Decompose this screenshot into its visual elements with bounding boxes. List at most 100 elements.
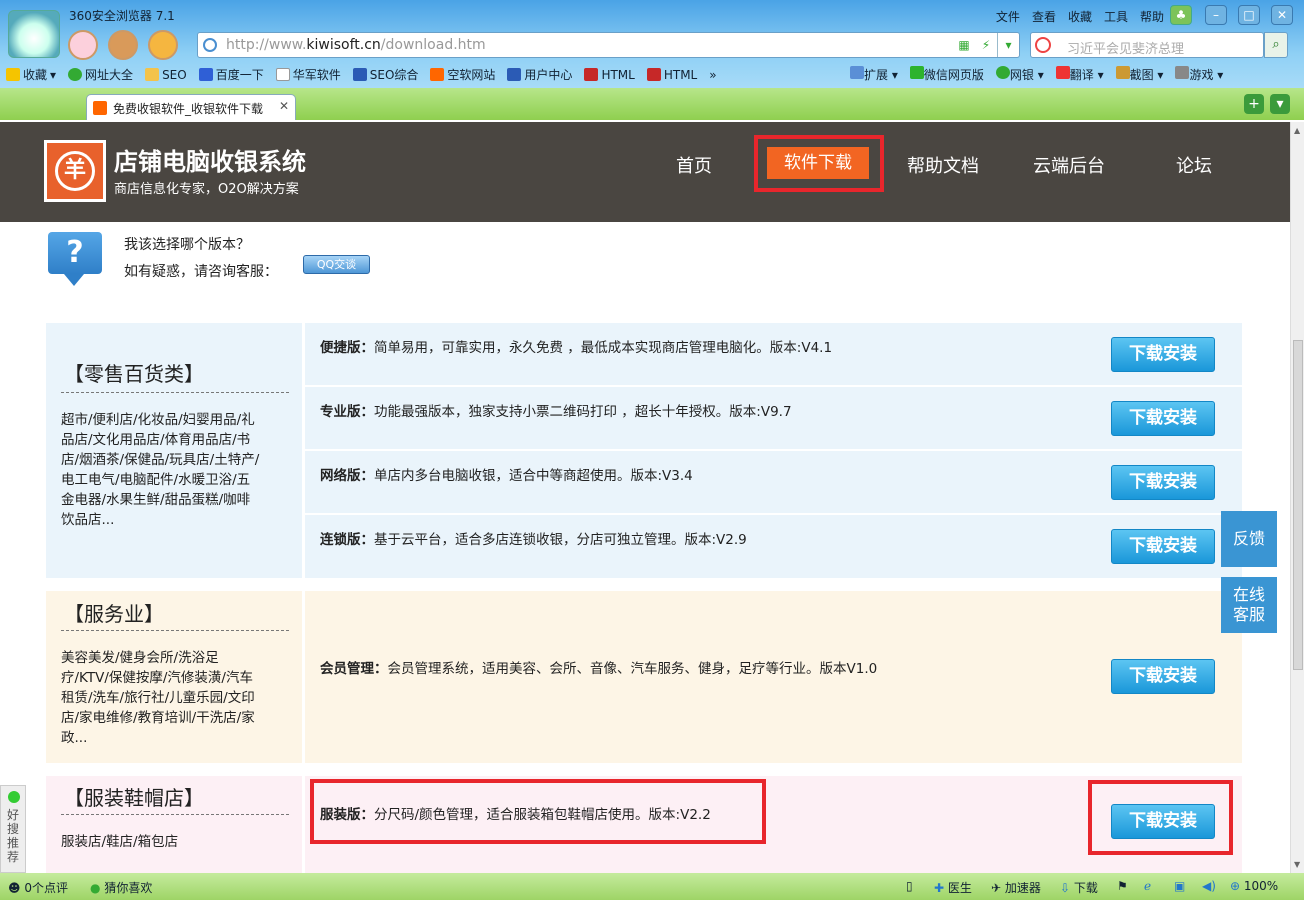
bookmark-html-2[interactable]: HTML xyxy=(646,66,697,83)
monkey-face-icon xyxy=(108,30,138,60)
bookmark-favorites[interactable]: 收藏 ▾ xyxy=(6,66,56,83)
download-icon: ⇩ xyxy=(1060,881,1071,895)
bookmark-kongruan[interactable]: 空软网站 xyxy=(430,66,495,83)
site-header: 羊 店铺电脑收银系统 商店信息化专家，O2O解决方案 首页 软件下载 帮助文档 … xyxy=(0,122,1290,222)
wechat-icon xyxy=(909,66,924,79)
scroll-down-icon[interactable]: ▼ xyxy=(1294,860,1300,869)
address-bar[interactable]: http://www.kiwisoft.cn/download.htm ▦ ⚡ … xyxy=(197,32,1020,58)
category-title: 【服装鞋帽店】 xyxy=(64,786,204,810)
tab-active[interactable]: 免费收银软件_收银软件下载 ✕ xyxy=(86,94,296,120)
category-desc: 超市/便利店/化妆品/妇婴用品/礼 品店/文化用品店/体育用品店/书 店/烟酒茶/保… xyxy=(61,412,260,528)
maximize-button[interactable]: □ xyxy=(1238,5,1260,25)
star-icon xyxy=(6,68,20,81)
menu-tools[interactable]: 工具 xyxy=(1104,8,1128,25)
ie-icon[interactable]: ℯ xyxy=(1144,879,1151,893)
search-input[interactable]: 习近平会见斐济总理 xyxy=(1030,32,1264,58)
highlight-nav-box xyxy=(754,135,884,192)
online-service-button[interactable]: 在线 客服 xyxy=(1221,577,1277,633)
k-icon xyxy=(430,68,445,81)
trash-icon[interactable]: ▾ xyxy=(1270,94,1290,114)
nav-home[interactable]: 首页 xyxy=(676,152,712,178)
url-text[interactable]: http://www.kiwisoft.cn/download.htm xyxy=(226,37,486,53)
paw-icon xyxy=(198,68,213,81)
window-icon[interactable]: ▣ xyxy=(1174,879,1185,893)
ext-translate[interactable]: 翻译 ▾ xyxy=(1055,66,1104,83)
bookmark-html-1[interactable]: HTML xyxy=(584,66,635,83)
w3-icon xyxy=(646,68,661,81)
minimize-button[interactable]: – xyxy=(1205,5,1227,25)
browser-logo-icon[interactable] xyxy=(8,10,60,58)
vertical-scrollbar[interactable]: ▲ ▼ xyxy=(1290,122,1304,873)
flag-icon[interactable]: ⚑ xyxy=(1117,879,1128,893)
doctor-icon: ✚ xyxy=(934,881,945,895)
bookmark-huajun[interactable]: 华军软件 xyxy=(275,66,341,83)
zoom-status[interactable]: ⊕ 100% xyxy=(1230,879,1278,893)
doctor-status[interactable]: ✚ 医生 xyxy=(934,879,972,896)
window-title: 360安全浏览器 7.1 xyxy=(69,9,175,23)
chevron-down-icon[interactable]: ▾ xyxy=(997,33,1019,57)
rocket-icon: ✈ xyxy=(991,881,1002,895)
menu-bar: 文件 查看 收藏 工具 帮助 xyxy=(996,8,1164,25)
grid-icon xyxy=(850,66,864,79)
seo-icon xyxy=(352,68,367,81)
recommend-strip[interactable]: 好搜推荐 xyxy=(0,785,26,873)
download-button[interactable]: 下载安装 xyxy=(1111,337,1215,372)
menu-file[interactable]: 文件 xyxy=(996,8,1020,25)
download-button[interactable]: 下载安装 xyxy=(1111,465,1215,500)
highlight-download-box xyxy=(1088,780,1233,855)
lightning-icon[interactable]: ⚡ xyxy=(975,33,997,57)
more-bookmarks-icon[interactable]: » xyxy=(709,66,716,83)
qr-code-icon[interactable]: ▦ xyxy=(953,33,975,57)
ext-bank[interactable]: 网银 ▾ xyxy=(995,66,1044,83)
phone-icon[interactable]: ▯ xyxy=(906,879,913,893)
comments-status[interactable]: ☻ 0个点评 xyxy=(8,879,68,896)
skin-icon[interactable]: ♣ xyxy=(1170,5,1192,25)
ext-extensions[interactable]: 扩展 ▾ xyxy=(850,66,898,83)
bookmark-hao[interactable]: 网址大全 xyxy=(68,66,133,83)
status-bar: ☻ 0个点评 ● 猜你喜欢 ▯ ✚ 医生 ✈ 加速器 ⇩ 下载 ⚑ ℯ ▣ ◀)… xyxy=(0,873,1304,900)
search-icon[interactable]: ⌕ xyxy=(1264,32,1288,58)
page-icon xyxy=(275,68,290,81)
close-tab-icon[interactable]: ✕ xyxy=(279,99,289,113)
user-center-icon xyxy=(507,68,522,81)
bookmark-seo-all[interactable]: SEO综合 xyxy=(352,66,418,83)
search-engine-icon[interactable] xyxy=(1035,37,1051,53)
category-desc: 服装店/鞋店/箱包店 xyxy=(61,834,179,850)
download-status[interactable]: ⇩ 下载 xyxy=(1060,879,1098,896)
bookmark-baidu[interactable]: 百度一下 xyxy=(198,66,264,83)
bookmark-usercenter[interactable]: 用户中心 xyxy=(507,66,572,83)
qq-chat-button[interactable]: QQ交谈 xyxy=(303,255,370,274)
download-button[interactable]: 下载安装 xyxy=(1111,529,1215,564)
ext-games[interactable]: 游戏 ▾ xyxy=(1175,66,1223,83)
product-row: 专业版：功能最强版本，独家支持小票二维码打印 ，超长十年授权。版本:V9.7 xyxy=(320,404,792,420)
download-button[interactable]: 下载安装 xyxy=(1111,659,1215,694)
guess-you-like[interactable]: ● 猜你喜欢 xyxy=(90,879,152,896)
volume-icon[interactable]: ◀) xyxy=(1202,879,1216,893)
feedback-button[interactable]: 反馈 xyxy=(1221,511,1277,567)
scroll-thumb[interactable] xyxy=(1293,340,1303,670)
recommend-dot-icon xyxy=(8,791,20,803)
category-title: 【服务业】 xyxy=(64,602,164,626)
ext-screenshot[interactable]: 截图 ▾ xyxy=(1115,66,1163,83)
accelerator-status[interactable]: ✈ 加速器 xyxy=(991,879,1041,896)
zoom-icon: ⊕ xyxy=(1230,879,1241,893)
search-placeholder: 习近平会见斐济总理 xyxy=(1067,42,1185,57)
close-button[interactable]: ✕ xyxy=(1271,5,1293,25)
nav-forum[interactable]: 论坛 xyxy=(1176,152,1212,178)
bookmark-seo[interactable]: SEO xyxy=(145,66,187,83)
nav-cloud-admin[interactable]: 云端后台 xyxy=(1033,152,1105,178)
bookmark-bar: 收藏 ▾ 网址大全 SEO 百度一下 华军软件 SEO综合 空软网站 用户中心 … xyxy=(6,66,717,83)
folder-icon xyxy=(145,68,160,81)
help-question: 我该选择哪个版本？ xyxy=(124,237,250,253)
new-tab-icon[interactable]: + xyxy=(1244,94,1264,114)
scroll-up-icon[interactable]: ▲ xyxy=(1294,126,1300,135)
menu-view[interactable]: 查看 xyxy=(1032,8,1056,25)
site-logo-icon[interactable]: 羊 xyxy=(44,140,106,202)
menu-favorites[interactable]: 收藏 xyxy=(1068,8,1092,25)
menu-help[interactable]: 帮助 xyxy=(1140,8,1164,25)
pig-face-icon xyxy=(68,30,98,60)
bank-icon xyxy=(995,66,1010,79)
download-button[interactable]: 下载安装 xyxy=(1111,401,1215,436)
nav-help-docs[interactable]: 帮助文档 xyxy=(907,152,979,178)
ext-wechat[interactable]: 微信网页版 xyxy=(909,66,984,83)
